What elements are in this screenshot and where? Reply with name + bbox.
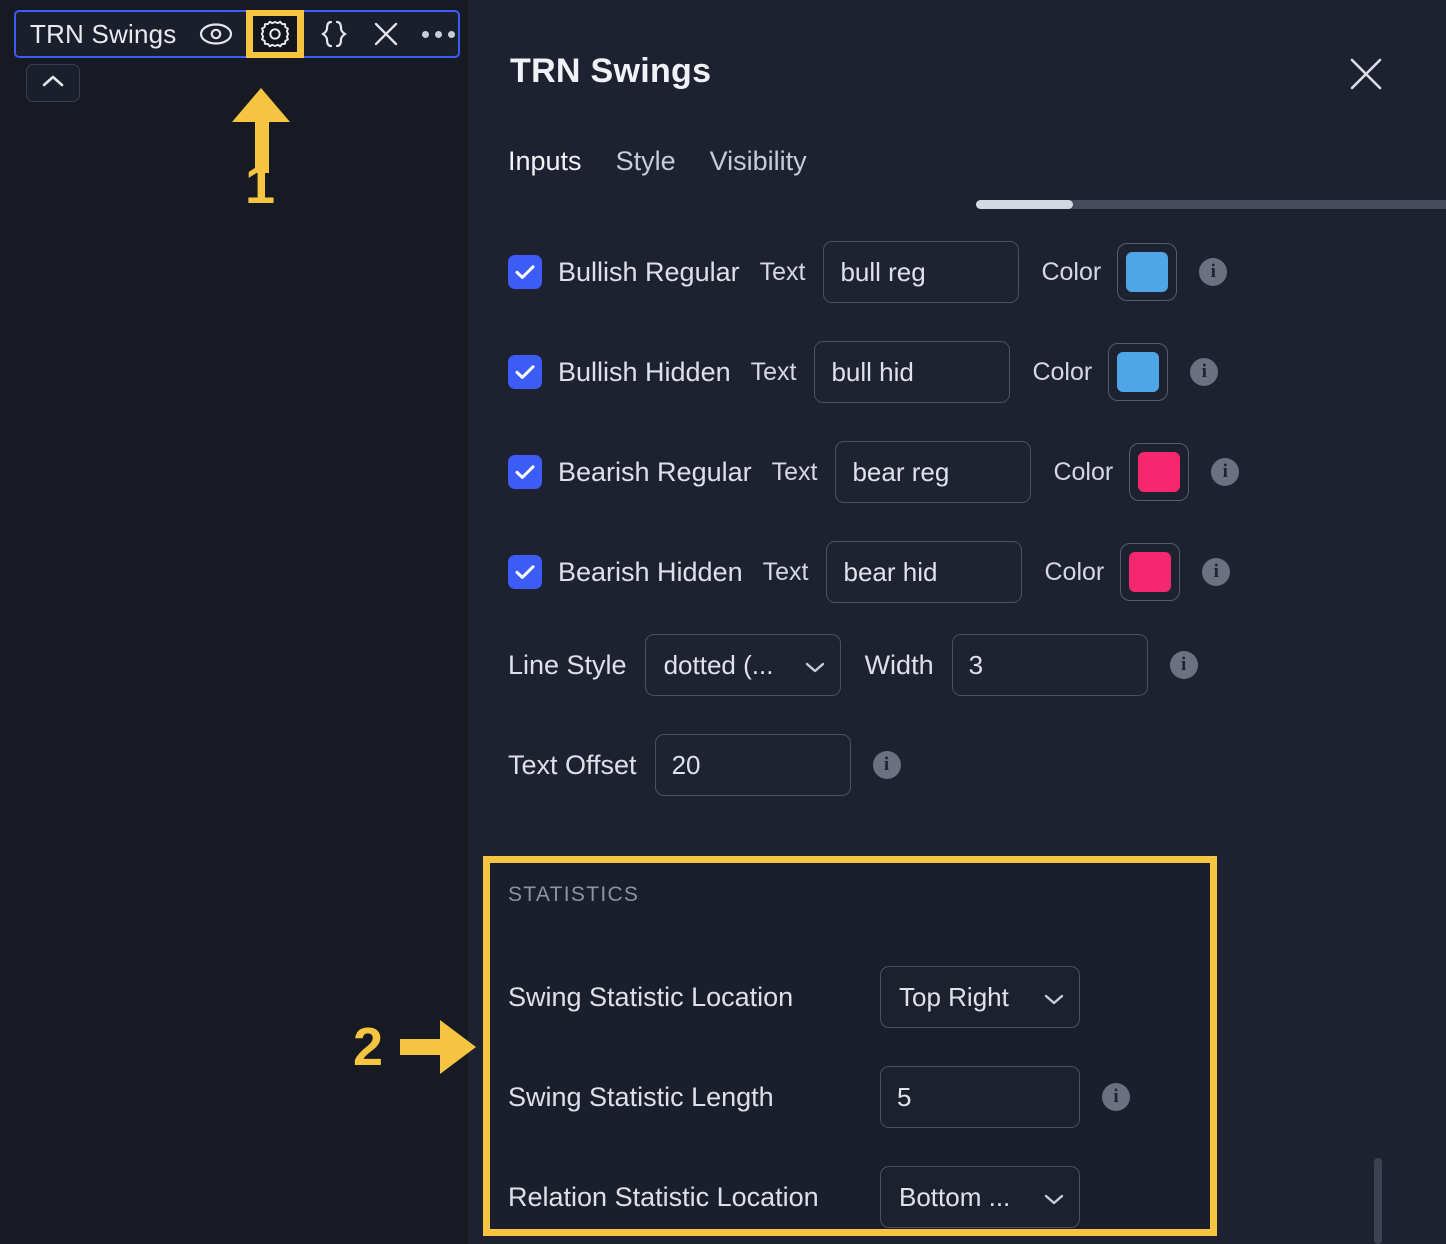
color-swatch-bullish-regular[interactable] bbox=[1117, 243, 1178, 301]
input-swing-statistic-length[interactable]: 5 bbox=[880, 1066, 1080, 1128]
info-icon-bearish-hidden[interactable]: i bbox=[1202, 558, 1231, 586]
text-input-bullish-regular[interactable]: bull reg bbox=[823, 241, 1020, 303]
info-icon-swing-statistic-length[interactable]: i bbox=[1102, 1083, 1130, 1111]
input-text-offset[interactable]: 20 bbox=[654, 734, 851, 796]
chevron-up-icon bbox=[41, 74, 65, 93]
info-icon-bullish-hidden[interactable]: i bbox=[1190, 358, 1219, 386]
chevron-down-icon bbox=[1043, 982, 1065, 1013]
checkbox-bullish-hidden[interactable] bbox=[508, 355, 542, 389]
dialog-scrollbar[interactable] bbox=[1374, 1158, 1382, 1244]
select-line-style-value: dotted (... bbox=[663, 649, 774, 680]
checkbox-bearish-regular[interactable] bbox=[508, 455, 542, 489]
annotation-1-number: 1 bbox=[245, 155, 276, 215]
tab-visibility[interactable]: Visibility bbox=[710, 146, 807, 183]
chevron-down-icon bbox=[1043, 1182, 1065, 1213]
dialog-title: TRN Swings bbox=[510, 52, 712, 90]
select-swing-statistic-location-value: Top Right bbox=[899, 981, 1009, 1012]
select-relation-statistic-location[interactable]: Bottom ... bbox=[880, 1166, 1080, 1228]
info-icon-width[interactable]: i bbox=[1169, 651, 1198, 679]
statistics-section-header: STATISTICS bbox=[508, 883, 640, 906]
label-bullish-regular: Bullish Regular bbox=[558, 256, 740, 287]
label-swing-statistic-location: Swing Statistic Location bbox=[508, 981, 794, 1012]
dialog-close-button[interactable] bbox=[1344, 52, 1388, 96]
dialog-tabs: Inputs Style Visibility bbox=[508, 146, 807, 183]
row-relation-statistic-location: Relation Statistic Location Bottom ... bbox=[508, 1166, 1080, 1228]
input-width[interactable]: 3 bbox=[951, 634, 1148, 696]
app-root: TRN Swings TRN Swings Inputs Style Visib… bbox=[0, 0, 1446, 1244]
select-relation-statistic-location-value: Bottom ... bbox=[899, 1181, 1011, 1212]
label-bearish-regular: Bearish Regular bbox=[558, 456, 752, 487]
row-bullish-hidden: Bullish Hidden Text bull hid Color i bbox=[508, 341, 1219, 403]
color-label-bearish-regular: Color bbox=[1053, 457, 1114, 486]
swatch-fill bbox=[1138, 452, 1181, 492]
color-swatch-bullish-hidden[interactable] bbox=[1108, 343, 1169, 401]
chart-left-pane: TRN Swings bbox=[0, 0, 468, 1244]
label-swing-statistic-length: Swing Statistic Length bbox=[508, 1081, 774, 1112]
more-options-icon[interactable] bbox=[412, 14, 464, 54]
info-icon-bearish-regular[interactable]: i bbox=[1211, 458, 1240, 486]
chevron-down-icon bbox=[804, 650, 826, 681]
label-text-offset: Text Offset bbox=[508, 749, 637, 780]
swatch-fill bbox=[1129, 552, 1172, 592]
swatch-fill bbox=[1126, 252, 1169, 292]
swatch-fill bbox=[1117, 352, 1160, 392]
row-bullish-regular: Bullish Regular Text bull reg Color i bbox=[508, 241, 1228, 303]
text-field-label-bearish-regular: Text bbox=[771, 457, 818, 486]
dot bbox=[421, 30, 429, 38]
collapse-pane-button[interactable] bbox=[26, 64, 80, 102]
row-text-offset: Text Offset 20 i bbox=[508, 734, 901, 796]
text-field-label-bullish-hidden: Text bbox=[750, 357, 797, 386]
legend-icon-group bbox=[190, 10, 464, 58]
eye-icon[interactable] bbox=[190, 14, 242, 54]
color-swatch-bearish-regular[interactable] bbox=[1129, 443, 1190, 501]
select-line-style[interactable]: dotted (... bbox=[644, 634, 841, 696]
tab-style[interactable]: Style bbox=[616, 146, 676, 183]
text-input-bearish-hidden[interactable]: bear hid bbox=[826, 541, 1023, 603]
row-swing-statistic-length: Swing Statistic Length 5 i bbox=[508, 1066, 1130, 1128]
annotation-2-number: 2 bbox=[353, 1017, 384, 1077]
select-swing-statistic-location[interactable]: Top Right bbox=[880, 966, 1080, 1028]
text-field-label-bearish-hidden: Text bbox=[762, 557, 809, 586]
label-relation-statistic-location: Relation Statistic Location bbox=[508, 1181, 819, 1212]
tab-inputs[interactable]: Inputs bbox=[508, 146, 582, 183]
source-code-icon[interactable] bbox=[308, 14, 360, 54]
gear-icon[interactable] bbox=[253, 16, 298, 52]
checkbox-bearish-hidden[interactable] bbox=[508, 555, 542, 589]
label-line-style: Line Style bbox=[508, 649, 627, 680]
text-input-bearish-regular[interactable]: bear reg bbox=[835, 441, 1032, 503]
color-label-bullish-regular: Color bbox=[1041, 257, 1102, 286]
text-input-bullish-hidden[interactable]: bull hid bbox=[814, 341, 1011, 403]
label-bearish-hidden: Bearish Hidden bbox=[558, 556, 743, 587]
gear-icon-highlight bbox=[246, 10, 305, 58]
color-swatch-bearish-hidden[interactable] bbox=[1120, 543, 1181, 601]
color-label-bullish-hidden: Color bbox=[1032, 357, 1093, 386]
annotation-2-arrowhead bbox=[440, 1020, 476, 1074]
label-bullish-hidden: Bullish Hidden bbox=[558, 356, 731, 387]
row-swing-statistic-location: Swing Statistic Location Top Right bbox=[508, 966, 1080, 1028]
annotation-1-arrowhead bbox=[232, 88, 290, 122]
info-icon-bullish-regular[interactable]: i bbox=[1199, 258, 1228, 286]
row-bearish-hidden: Bearish Hidden Text bear hid Color i bbox=[508, 541, 1231, 603]
label-width: Width bbox=[864, 649, 934, 680]
close-icon[interactable] bbox=[360, 14, 412, 54]
info-icon-text-offset[interactable]: i bbox=[872, 751, 901, 779]
indicator-title: TRN Swings bbox=[30, 18, 177, 49]
indicator-legend-bar[interactable]: TRN Swings bbox=[14, 10, 460, 58]
text-field-label-bullish-regular: Text bbox=[759, 257, 806, 286]
checkbox-bullish-regular[interactable] bbox=[508, 255, 542, 289]
dot bbox=[434, 30, 442, 38]
color-label-bearish-hidden: Color bbox=[1044, 557, 1105, 586]
row-line-style: Line Style dotted (... Width 3 i bbox=[508, 634, 1198, 696]
row-bearish-regular: Bearish Regular Text bear reg Color i bbox=[508, 441, 1240, 503]
dot bbox=[447, 30, 455, 38]
tab-active-indicator bbox=[976, 200, 1073, 209]
